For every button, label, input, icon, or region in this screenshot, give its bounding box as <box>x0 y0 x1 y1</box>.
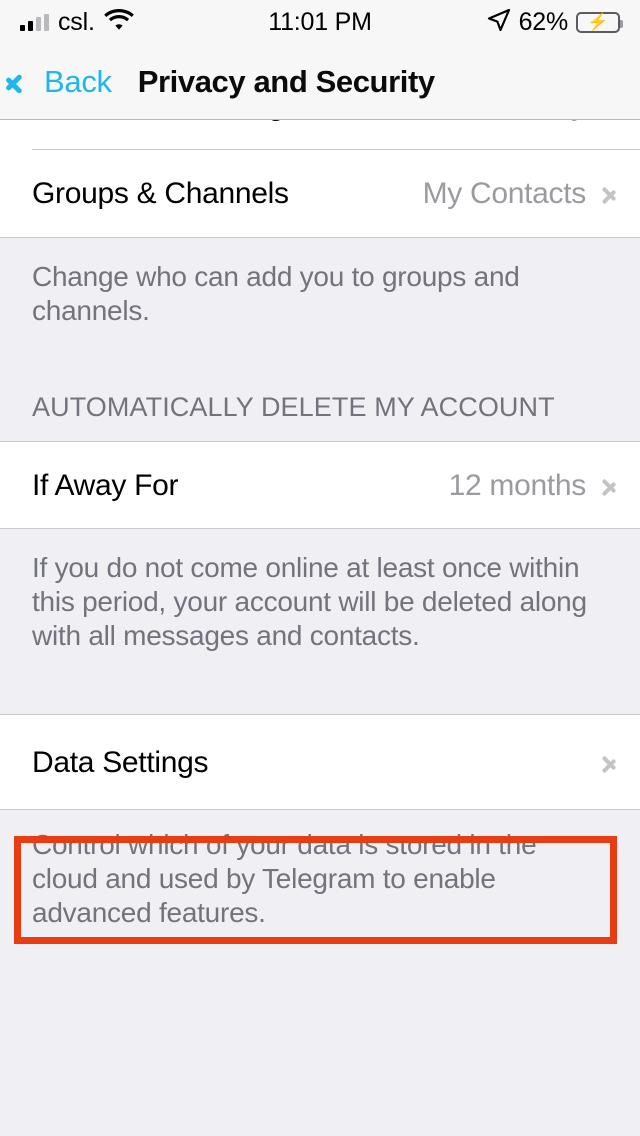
section-gap <box>0 423 640 441</box>
row-if-away-for-label: If Away For <box>32 468 179 502</box>
phone-screen: Voice Calls My Contacts Forwarded Messag… <box>0 0 640 1136</box>
footer-if-away-for: If you do not come online at least once … <box>0 529 640 714</box>
lightning-bolt-icon: ⚡ <box>587 12 609 32</box>
clock-label: 11:01 PM <box>268 7 372 36</box>
auto-delete-group: If Away For 12 months <box>0 441 640 529</box>
row-separator <box>0 809 640 810</box>
cellular-signal-icon <box>20 13 49 31</box>
wifi-icon <box>103 8 134 36</box>
footer-data-settings-text: Control which of your data is stored in … <box>32 829 537 929</box>
chevron-right-icon <box>602 472 618 500</box>
back-button[interactable]: Back <box>18 64 112 100</box>
chevron-right-icon <box>602 749 618 777</box>
status-bar: csl. 11:01 PM 62% ⚡ <box>0 0 640 44</box>
row-if-away-for-value: 12 months <box>448 468 587 502</box>
section-header-auto-delete: AUTOMATICALLY DELETE MY ACCOUNT <box>0 371 640 423</box>
row-groups-channels[interactable]: Groups & Channels My Contacts <box>0 150 640 238</box>
battery-icon: ⚡ <box>576 11 623 33</box>
row-if-away-for[interactable]: If Away For 12 months <box>0 441 640 529</box>
location-arrow-icon <box>487 8 511 37</box>
chevron-right-icon <box>602 180 618 208</box>
data-settings-group: Data Settings <box>0 714 640 810</box>
footer-groups-channels-text: Change who can add you to groups and cha… <box>32 261 520 327</box>
footer-if-away-for-text: If you do not come online at least once … <box>32 552 587 652</box>
status-bar-center: 11:01 PM <box>268 8 372 37</box>
chevron-left-icon <box>18 65 37 99</box>
status-bar-left: csl. <box>20 8 268 37</box>
row-groups-channels-label: Groups & Channels <box>32 177 289 210</box>
row-data-settings[interactable]: Data Settings <box>0 714 640 810</box>
battery-percent-label: 62% <box>518 7 569 36</box>
row-groups-channels-value: My Contacts <box>422 177 587 210</box>
footer-groups-channels: Change who can add you to groups and cha… <box>0 238 640 371</box>
page-title: Privacy and Security <box>137 63 435 99</box>
navigation-bar: Back Privacy and Security <box>0 44 640 120</box>
row-data-settings-label: Data Settings <box>32 745 209 779</box>
row-separator <box>0 237 640 238</box>
status-bar-right: 62% ⚡ <box>372 7 623 37</box>
back-button-label: Back <box>44 63 112 99</box>
settings-scroll-view[interactable]: Voice Calls My Contacts Forwarded Messag… <box>0 0 640 1136</box>
section-header-auto-delete-label: AUTOMATICALLY DELETE MY ACCOUNT <box>32 392 555 422</box>
row-separator <box>0 528 640 529</box>
footer-data-settings: Control which of your data is stored in … <box>0 810 640 960</box>
carrier-label: csl. <box>58 7 95 36</box>
